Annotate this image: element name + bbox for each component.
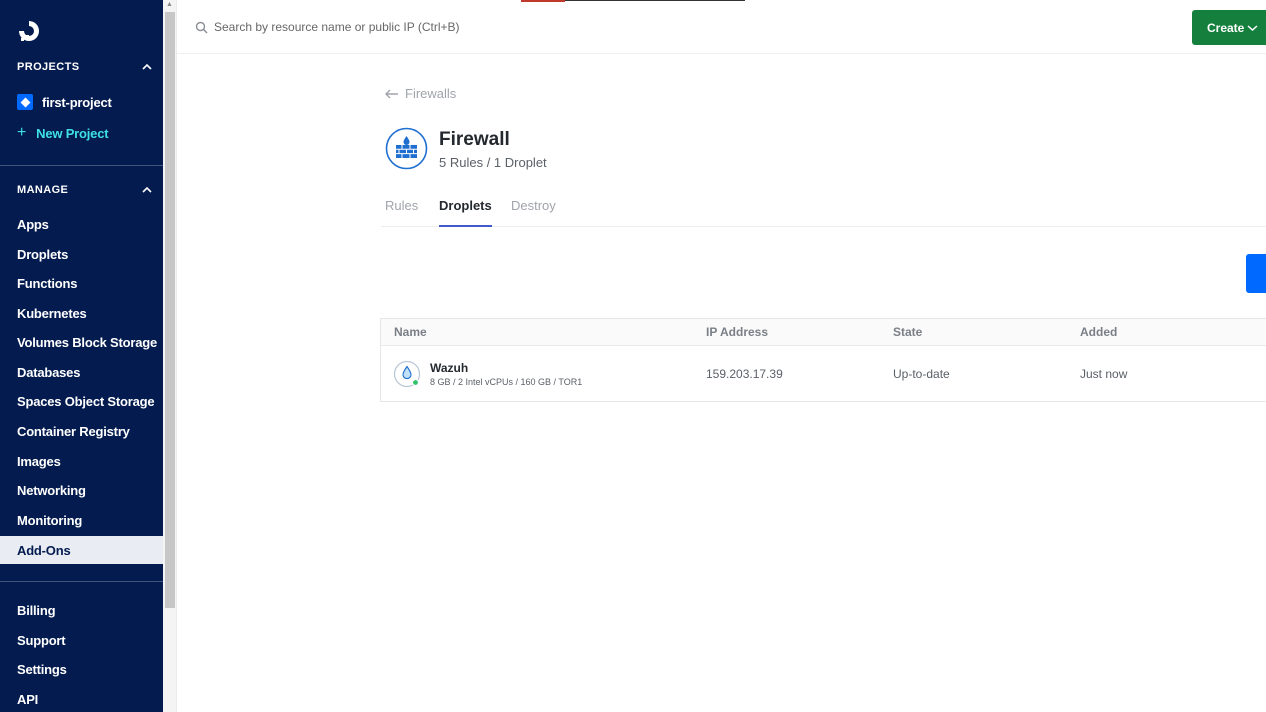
scroll-up-arrow-icon[interactable]: ▲ (166, 1, 173, 8)
droplet-spec: 8 GB / 2 Intel vCPUs / 160 GB / TOR1 (430, 377, 583, 387)
tab-destroy[interactable]: Destroy (511, 198, 556, 227)
app-root: PROJECTS first-project + New Project MAN… (0, 0, 1266, 712)
search-icon (195, 21, 208, 34)
sidebar-item-label: Volumes Block Storage (17, 334, 158, 350)
sidebar-item-label: API (17, 691, 39, 707)
sidebar-item-label: first-project (42, 94, 112, 110)
column-header-name[interactable]: Name (394, 325, 427, 339)
sidebar-item-monitoring[interactable]: Monitoring (0, 507, 163, 533)
top-accent-line (521, 0, 565, 2)
digitalocean-logo-icon[interactable] (16, 18, 42, 44)
page-subtitle: 5 Rules / 1 Droplet (439, 155, 547, 170)
scrollbar-thumb[interactable] (165, 12, 175, 608)
droplet-state: Up-to-date (893, 367, 950, 381)
droplets-table: Name IP Address State Added Wazuh 8 GB /… (380, 318, 1266, 402)
sidebar-item-images[interactable]: Images (0, 448, 163, 474)
sidebar-item-functions[interactable]: Functions (0, 270, 163, 296)
column-header-added[interactable]: Added (1080, 325, 1117, 339)
sidebar-scrollbar[interactable]: ▲ (163, 0, 177, 712)
sidebar-item-label: Networking (17, 482, 86, 498)
droplet-added: Just now (1080, 367, 1128, 381)
sidebar-item-apps[interactable]: Apps (0, 211, 163, 237)
sidebar-item-first-project[interactable]: first-project (0, 89, 163, 115)
column-header-state[interactable]: State (893, 325, 922, 339)
sidebar-item-label: Databases (17, 364, 81, 380)
sidebar-item-add-ons[interactable]: Add-Ons (0, 536, 163, 564)
sidebar-item-label: Settings (17, 661, 67, 677)
chevron-up-icon[interactable] (141, 184, 153, 196)
sidebar-item-label: Images (17, 453, 61, 469)
manage-heading: MANAGE (17, 184, 69, 196)
sidebar-item-billing[interactable]: Billing (0, 597, 163, 623)
sidebar-item-kubernetes[interactable]: Kubernetes (0, 300, 163, 326)
projects-heading: PROJECTS (17, 61, 80, 73)
sidebar-item-settings[interactable]: Settings (0, 656, 163, 682)
sidebar-item-networking[interactable]: Networking (0, 477, 163, 503)
sidebar-item-label: Add-Ons (17, 542, 71, 558)
sidebar-item-label: Spaces Object Storage (17, 393, 155, 409)
sidebar-item-support[interactable]: Support (0, 627, 163, 653)
sidebar-item-databases[interactable]: Databases (0, 359, 163, 385)
chevron-up-icon[interactable] (141, 61, 153, 73)
sidebar-item-label: Container Registry (17, 423, 130, 439)
sidebar-item-spaces[interactable]: Spaces Object Storage (0, 388, 163, 414)
new-project-label: New Project (36, 125, 109, 141)
sidebar-divider (0, 581, 163, 582)
tab-bar: Rules Droplets Destroy (381, 193, 1266, 227)
projects-section-header[interactable]: PROJECTS (17, 61, 153, 73)
arrow-left-icon (385, 89, 398, 98)
plus-icon: + (17, 124, 27, 141)
sidebar-item-api[interactable]: API (0, 686, 163, 712)
sidebar-item-label: Monitoring (17, 512, 83, 528)
sidebar-item-label: Apps (17, 216, 49, 232)
sidebar-item-label: Kubernetes (17, 305, 87, 321)
create-button[interactable]: Create (1192, 10, 1266, 45)
table-row[interactable]: Wazuh 8 GB / 2 Intel vCPUs / 160 GB / TO… (381, 346, 1266, 402)
search-input[interactable] (214, 17, 634, 37)
top-divider-line (565, 0, 745, 1)
droplet-icon (393, 360, 421, 388)
firewall-icon (385, 127, 428, 170)
top-bar: Create (177, 0, 1266, 54)
back-to-firewalls-link[interactable]: Firewalls (385, 86, 456, 101)
sidebar-item-label: Support (17, 632, 66, 648)
droplet-name-link[interactable]: Wazuh (430, 361, 468, 375)
sidebar-item-container-registry[interactable]: Container Registry (0, 418, 163, 444)
sidebar-divider (0, 165, 163, 166)
sidebar-item-droplets[interactable]: Droplets (0, 241, 163, 267)
column-header-ip[interactable]: IP Address (706, 325, 768, 339)
sidebar-item-label: Billing (17, 602, 56, 618)
sidebar: PROJECTS first-project + New Project MAN… (0, 0, 163, 712)
create-button-label: Create (1207, 20, 1245, 35)
sidebar-item-label: Droplets (17, 246, 69, 262)
droplet-ip: 159.203.17.39 (706, 367, 783, 381)
table-header: Name IP Address State Added (381, 319, 1266, 346)
tab-droplets[interactable]: Droplets (439, 198, 492, 227)
sidebar-item-label: Functions (17, 275, 78, 291)
sidebar-item-volumes[interactable]: Volumes Block Storage (0, 329, 163, 355)
manage-section-header[interactable]: MANAGE (17, 184, 153, 196)
chevron-down-icon (1247, 24, 1258, 31)
tab-rules[interactable]: Rules (385, 198, 418, 227)
new-project-link[interactable]: + New Project (0, 120, 163, 146)
back-link-label: Firewalls (405, 86, 457, 101)
project-icon (17, 94, 33, 110)
add-droplets-button[interactable] (1246, 254, 1266, 293)
page-title: Firewall (439, 129, 510, 150)
